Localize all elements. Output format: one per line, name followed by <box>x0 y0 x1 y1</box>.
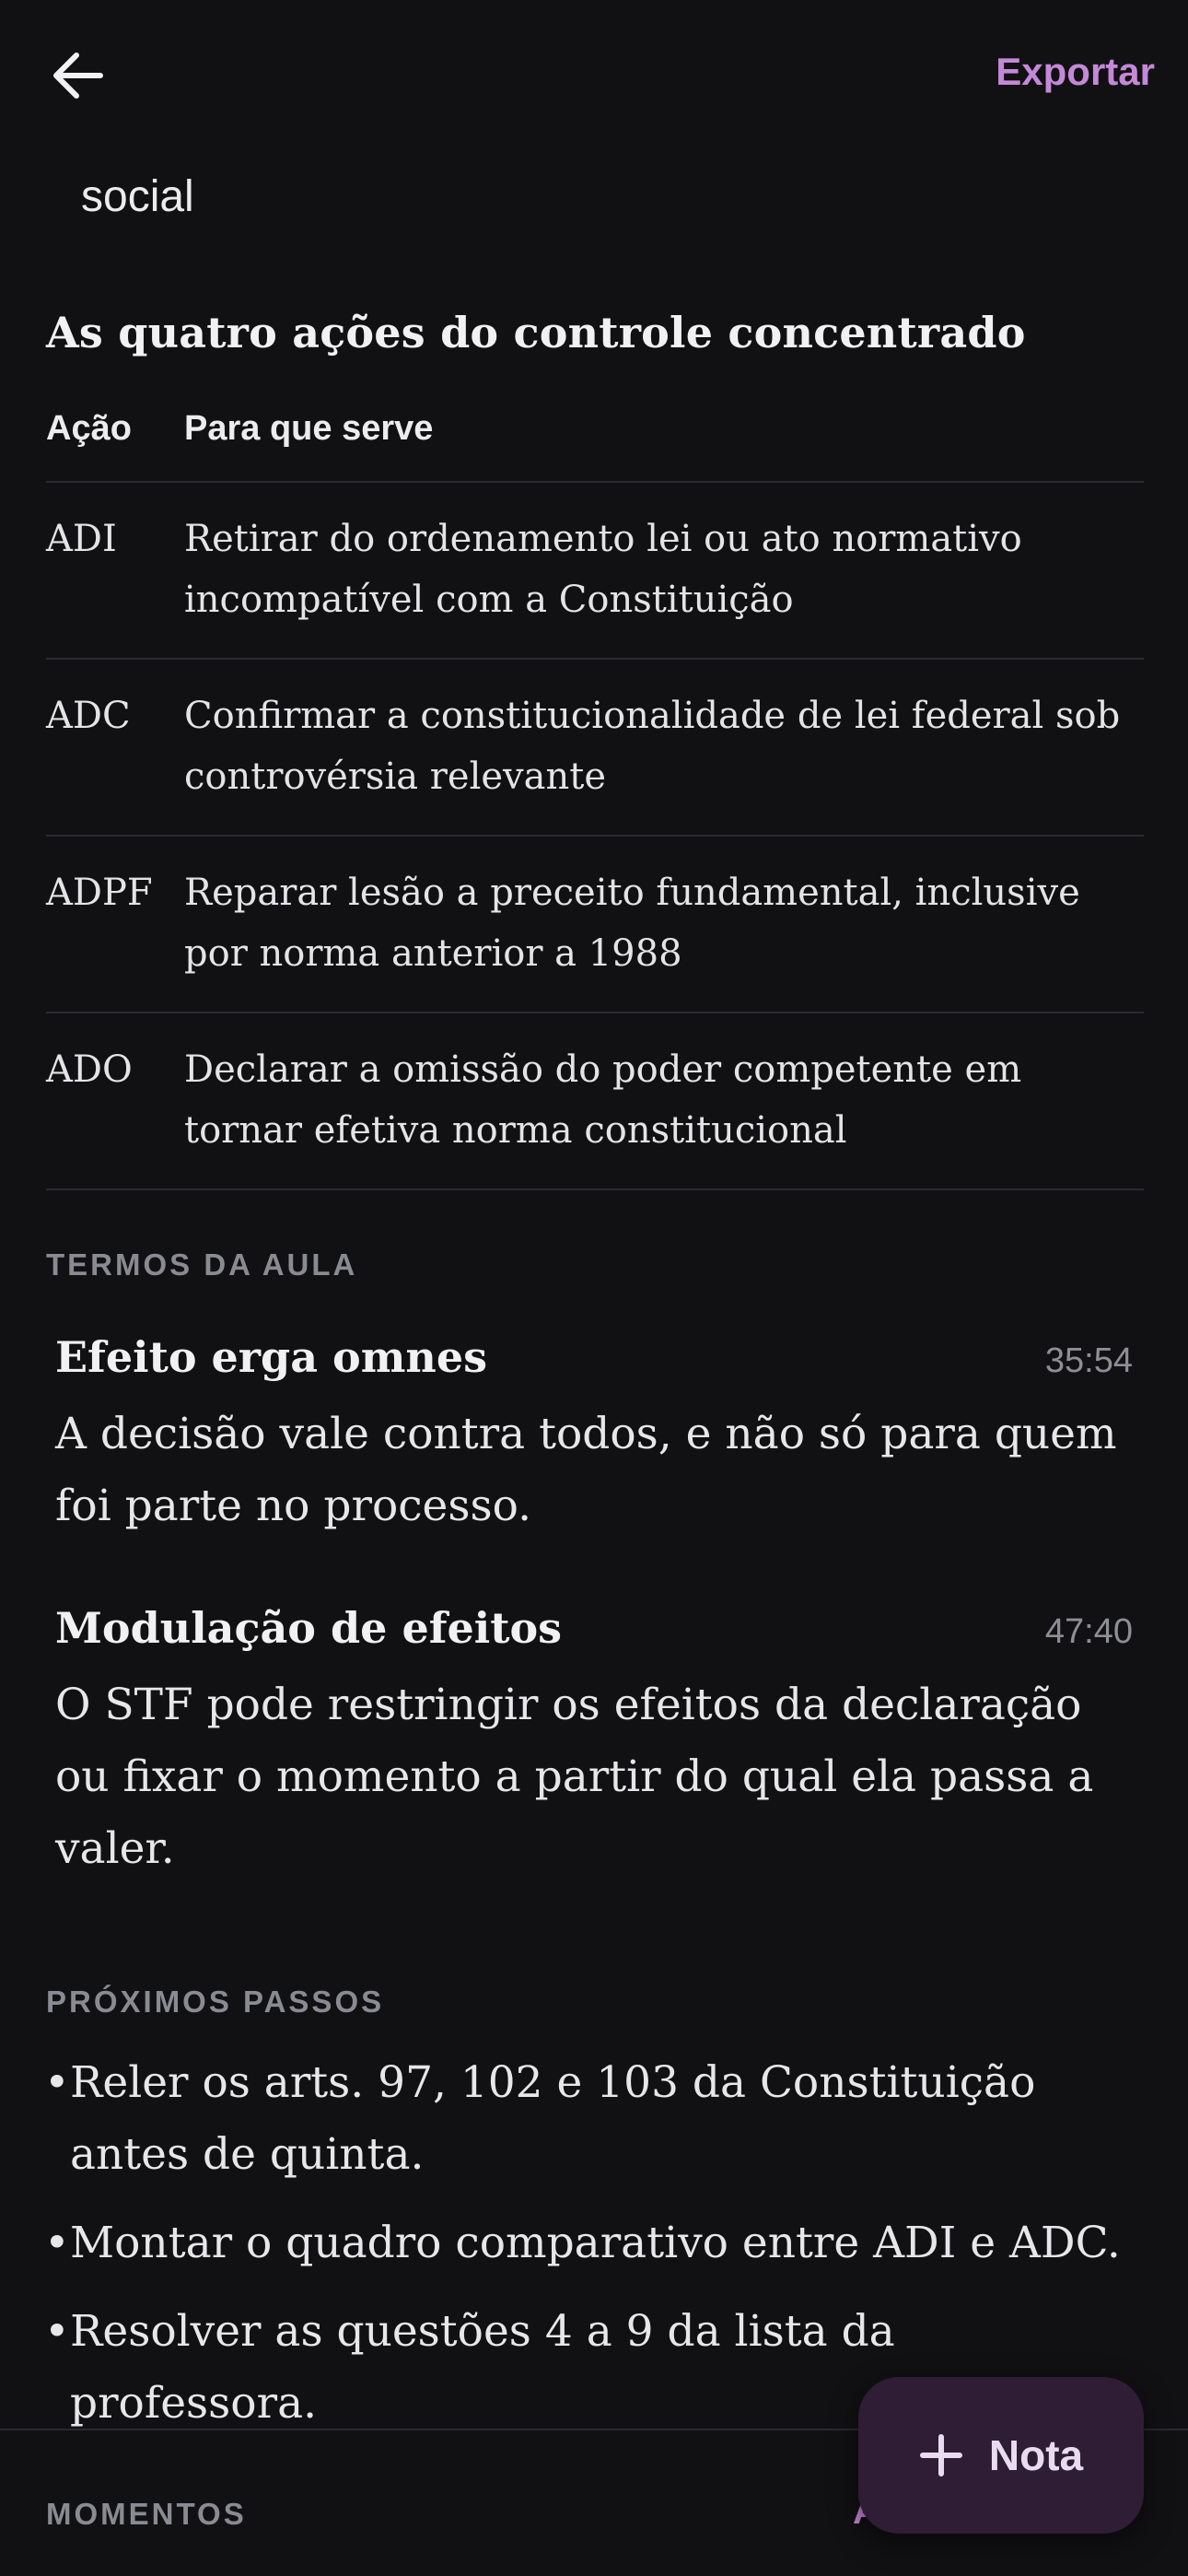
next-steps-section-label: PRÓXIMOS PASSOS <box>46 1985 385 2019</box>
table-row: ADC Confirmar a constitucionalidade de l… <box>46 660 1144 837</box>
term-name: Efeito erga omnes <box>55 1332 487 1382</box>
add-note-button[interactable]: Nota <box>858 2377 1144 2534</box>
plus-icon <box>919 2434 962 2476</box>
back-button[interactable] <box>44 42 111 109</box>
export-button[interactable]: Exportar <box>996 50 1155 94</box>
table-section-title: As quatro ações do controle concentrado <box>46 308 1026 357</box>
term-timestamp[interactable]: 35:54 <box>1045 1341 1133 1381</box>
moments-section-label: MOMENTOS <box>46 2497 247 2531</box>
term-timestamp[interactable]: 47:40 <box>1045 1612 1133 1652</box>
table-row: ADPF Reparar lesão a preceito fundamenta… <box>46 837 1144 1013</box>
step-text: Montar o quadro comparativo entre ADI e … <box>70 2218 1121 2268</box>
term-item[interactable]: Modulação de efeitos 47:40 O STF pode re… <box>55 1603 1133 1885</box>
top-bar: Exportar <box>0 0 1188 157</box>
term-name: Modulação de efeitos <box>55 1603 563 1653</box>
row-purpose: Confirmar a constitucionalidade de lei f… <box>184 695 1121 798</box>
step-text: Reler os arts. 97, 102 e 103 da Constitu… <box>70 2057 1036 2180</box>
row-action: ADI <box>46 518 117 560</box>
row-action: ADO <box>46 1048 133 1091</box>
scrolled-text-fragment: social <box>81 172 194 221</box>
row-purpose: Reparar lesão a preceito fundamental, in… <box>184 872 1080 975</box>
column-header-purpose: Para que serve <box>184 409 434 448</box>
actions-table: Ação Para que serve ADI Retirar do orden… <box>46 402 1144 1190</box>
table-row: ADI Retirar do ordenamento lei ou ato no… <box>46 483 1144 660</box>
row-purpose: Declarar a omissão do poder competente e… <box>184 1048 1022 1152</box>
list-item: • Montar o quadro comparativo entre ADI … <box>44 2207 1149 2279</box>
row-action: ADPF <box>46 872 153 914</box>
column-header-action: Ação <box>46 409 132 448</box>
bullet-icon: • <box>44 2218 70 2268</box>
term-description: A decisão vale contra todos, e não só pa… <box>55 1409 1117 1531</box>
row-action: ADC <box>46 695 131 737</box>
arrow-left-icon <box>53 53 103 99</box>
list-item: • Reler os arts. 97, 102 e 103 da Consti… <box>44 2047 1149 2191</box>
add-note-label: Nota <box>988 2431 1084 2479</box>
term-description: O STF pode restringir os efeitos da decl… <box>55 1680 1094 1874</box>
table-row: ADO Declarar a omissão do poder competen… <box>46 1013 1144 1190</box>
term-item[interactable]: Efeito erga omnes 35:54 A decisão vale c… <box>55 1332 1133 1542</box>
row-purpose: Retirar do ordenamento lei ou ato normat… <box>184 518 1022 621</box>
terms-section-label: TERMOS DA AULA <box>46 1247 358 1282</box>
bullet-icon: • <box>44 2057 70 2108</box>
table-header: Ação Para que serve <box>46 402 1144 483</box>
bullet-icon: • <box>44 2306 70 2357</box>
